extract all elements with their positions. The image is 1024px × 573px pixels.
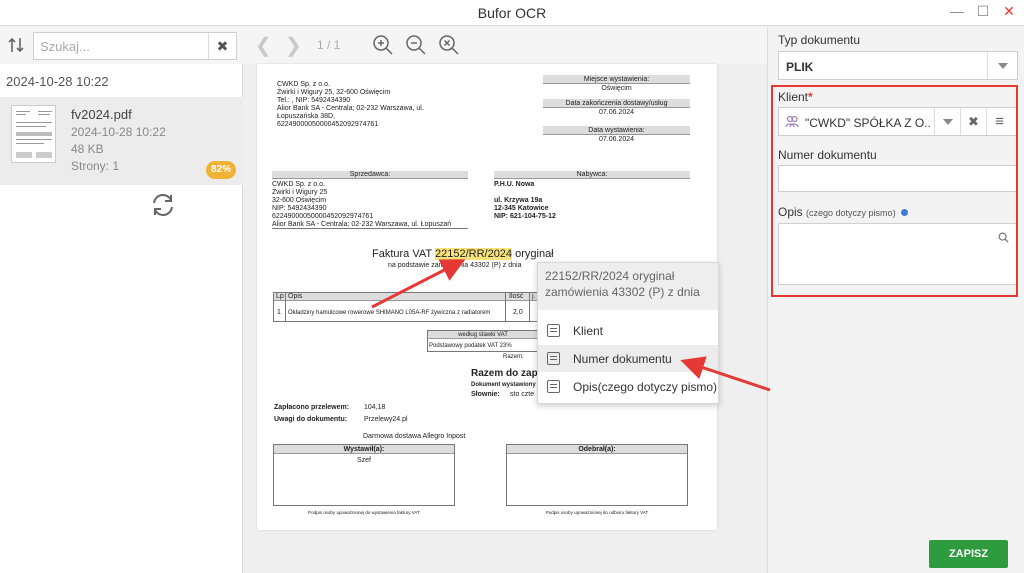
search-box: ✖ <box>33 32 237 60</box>
doc-text: ul. Krzywa 19a <box>494 197 543 204</box>
file-size: 48 KB <box>71 142 104 156</box>
doc-text: Żwirki i Wigury 25, 32-600 Oświęcim <box>277 89 391 96</box>
doc-text: Alior Bank SA - Centrala; 02-232 Warszaw… <box>277 105 424 112</box>
doc-text: NIP: 5492434390 <box>272 205 327 212</box>
doc-text: Nabywca: <box>576 171 608 178</box>
file-date: 2024-10-28 10:22 <box>71 125 166 139</box>
doc-text: według stawki VAT <box>458 332 508 338</box>
form-field-icon <box>547 380 560 393</box>
refresh-icon[interactable] <box>150 192 176 218</box>
doc-text: Odebrał(a): <box>578 446 616 453</box>
file-list-item[interactable]: fv2024.pdf 2024-10-28 10:22 48 KB Strony… <box>0 97 243 185</box>
ocr-text-preview: 22152/RR/2024 oryginał zamówienia 43302 … <box>538 263 718 310</box>
doc-text: NIP: 621-104-75-12 <box>494 213 556 220</box>
zoom-out-icon[interactable] <box>405 34 427 56</box>
form-field-icon <box>547 352 560 365</box>
doc-text: Opis <box>288 293 303 300</box>
doc-text: P.H.U. Nowa <box>494 181 535 188</box>
doc-text: Data wystawienia: <box>588 127 645 134</box>
doc-text: Ilość <box>509 293 524 300</box>
doc-text: Lp <box>276 293 284 300</box>
doc-type-label: Typ dokumentu <box>778 33 861 47</box>
doc-text: na podstawie zamówienia 43302 (P) z dnia <box>388 262 522 269</box>
title-bar: Bufor OCR — ☐ ✕ <box>0 0 1024 26</box>
invoice-number-highlight[interactable]: 22152/RR/2024 <box>434 248 513 260</box>
file-list-panel: ✖ 2024-10-28 10:22 fv2024.pdf 2024-10-28… <box>0 27 243 573</box>
doc-text: 12-345 Katowice <box>494 205 549 212</box>
doc-text: Darmowa dostawa Allegro Inpost <box>363 433 466 440</box>
highlight-frame <box>771 85 1018 297</box>
doc-text: 1 <box>277 309 281 316</box>
doc-text: Żwirki i Wigury 25 <box>272 189 328 196</box>
zoom-in-icon[interactable] <box>372 34 394 56</box>
doc-text: Okładziny hamulcowe rowerowe SHIMANO L05… <box>288 310 491 316</box>
chevron-down-icon[interactable] <box>987 52 1017 79</box>
window-title: Bufor OCR <box>477 5 547 21</box>
doc-text: Razem do zapł <box>471 368 541 379</box>
close-button[interactable]: ✕ <box>1000 3 1018 20</box>
form-field-icon <box>547 324 560 337</box>
doc-text: 32-600 Oświęcim <box>272 197 327 204</box>
zoom-reset-icon[interactable] <box>438 34 460 56</box>
maximize-button[interactable]: ☐ <box>974 3 992 20</box>
doc-text: Uwagi do dokumentu: <box>274 416 348 423</box>
doc-text: CWKD Sp. z o.o. <box>272 181 325 188</box>
prev-page-icon[interactable]: ❮ <box>255 33 272 58</box>
doc-text: j. <box>532 293 536 300</box>
doc-text: Przelewy24.pl <box>364 416 408 423</box>
doc-text: 2,0 <box>513 309 523 316</box>
assign-description-option[interactable]: Opis(czego dotyczy pismo) <box>538 373 718 400</box>
invoice-title-prefix: Faktura VAT <box>372 248 432 260</box>
doc-text: Tel.: , NIP: 5492434390 <box>277 97 351 104</box>
file-thumbnail <box>11 105 56 163</box>
doc-text: Sprzedawca: <box>349 171 391 178</box>
doc-type-select[interactable]: PLIK <box>778 51 1018 80</box>
doc-text: 104,18 <box>364 404 386 411</box>
file-list-toolbar: ✖ <box>0 27 243 64</box>
ocr-confidence-badge: 82% <box>206 161 236 179</box>
assign-client-option[interactable]: Klient <box>538 317 718 344</box>
invoice-title-suffix: oryginał <box>515 248 554 260</box>
file-name: fv2024.pdf <box>71 107 132 122</box>
search-input[interactable] <box>40 39 200 54</box>
doc-text: Słownie: <box>471 391 500 398</box>
sort-icon[interactable] <box>7 35 25 55</box>
doc-text: Szef <box>356 457 371 464</box>
doc-text: Data zakończenia dostawy/usług <box>565 100 668 107</box>
doc-text: 07.06.2024 <box>598 109 635 116</box>
ocr-assign-popup: 22152/RR/2024 oryginał zamówienia 43302 … <box>537 262 719 404</box>
doc-text: Łopuszańska 38D, <box>277 113 335 120</box>
doc-text: Podpis osoby upoważnionej do odbioru fak… <box>545 510 649 515</box>
doc-text: sto czte <box>510 391 535 398</box>
group-date: 2024-10-28 10:22 <box>6 74 109 89</box>
doc-text: Zapłacono przelewem: <box>274 404 350 411</box>
doc-text: Wystawił(a): <box>343 446 385 453</box>
minimize-button[interactable]: — <box>948 3 966 19</box>
doc-text: Oświęcim <box>601 85 632 92</box>
page-indicator: 1 / 1 <box>317 38 341 52</box>
doc-text: Miejsce wystawienia: <box>583 76 650 83</box>
file-pages: Strony: 1 <box>71 159 120 173</box>
viewer-toolbar: ❮ ❯ 1 / 1 <box>243 27 767 64</box>
assign-doc-number-option[interactable]: Numer dokumentu <box>538 345 718 372</box>
doc-text: CWKD Sp. z o.o. <box>277 81 330 88</box>
doc-text: 62249000050000452092974761 <box>277 121 379 128</box>
save-button[interactable]: ZAPISZ <box>929 540 1008 568</box>
doc-text: Dokument wystawiony <box>471 382 536 388</box>
invoice-title: Faktura VAT 22152/RR/2024 oryginał <box>372 248 554 260</box>
doc-type-value: PLIK <box>786 60 814 74</box>
doc-text: 07.06.2024 <box>598 136 635 143</box>
doc-text: Razem: <box>503 354 524 360</box>
doc-text: Podstawowy podatek VAT 23% <box>429 343 512 349</box>
clear-search-icon[interactable]: ✖ <box>208 33 236 59</box>
doc-text: 62249000050000452092974761 <box>272 213 374 220</box>
doc-text: Podpis osoby upoważnionej do wystawienia… <box>308 510 420 515</box>
next-page-icon[interactable]: ❯ <box>285 33 302 58</box>
